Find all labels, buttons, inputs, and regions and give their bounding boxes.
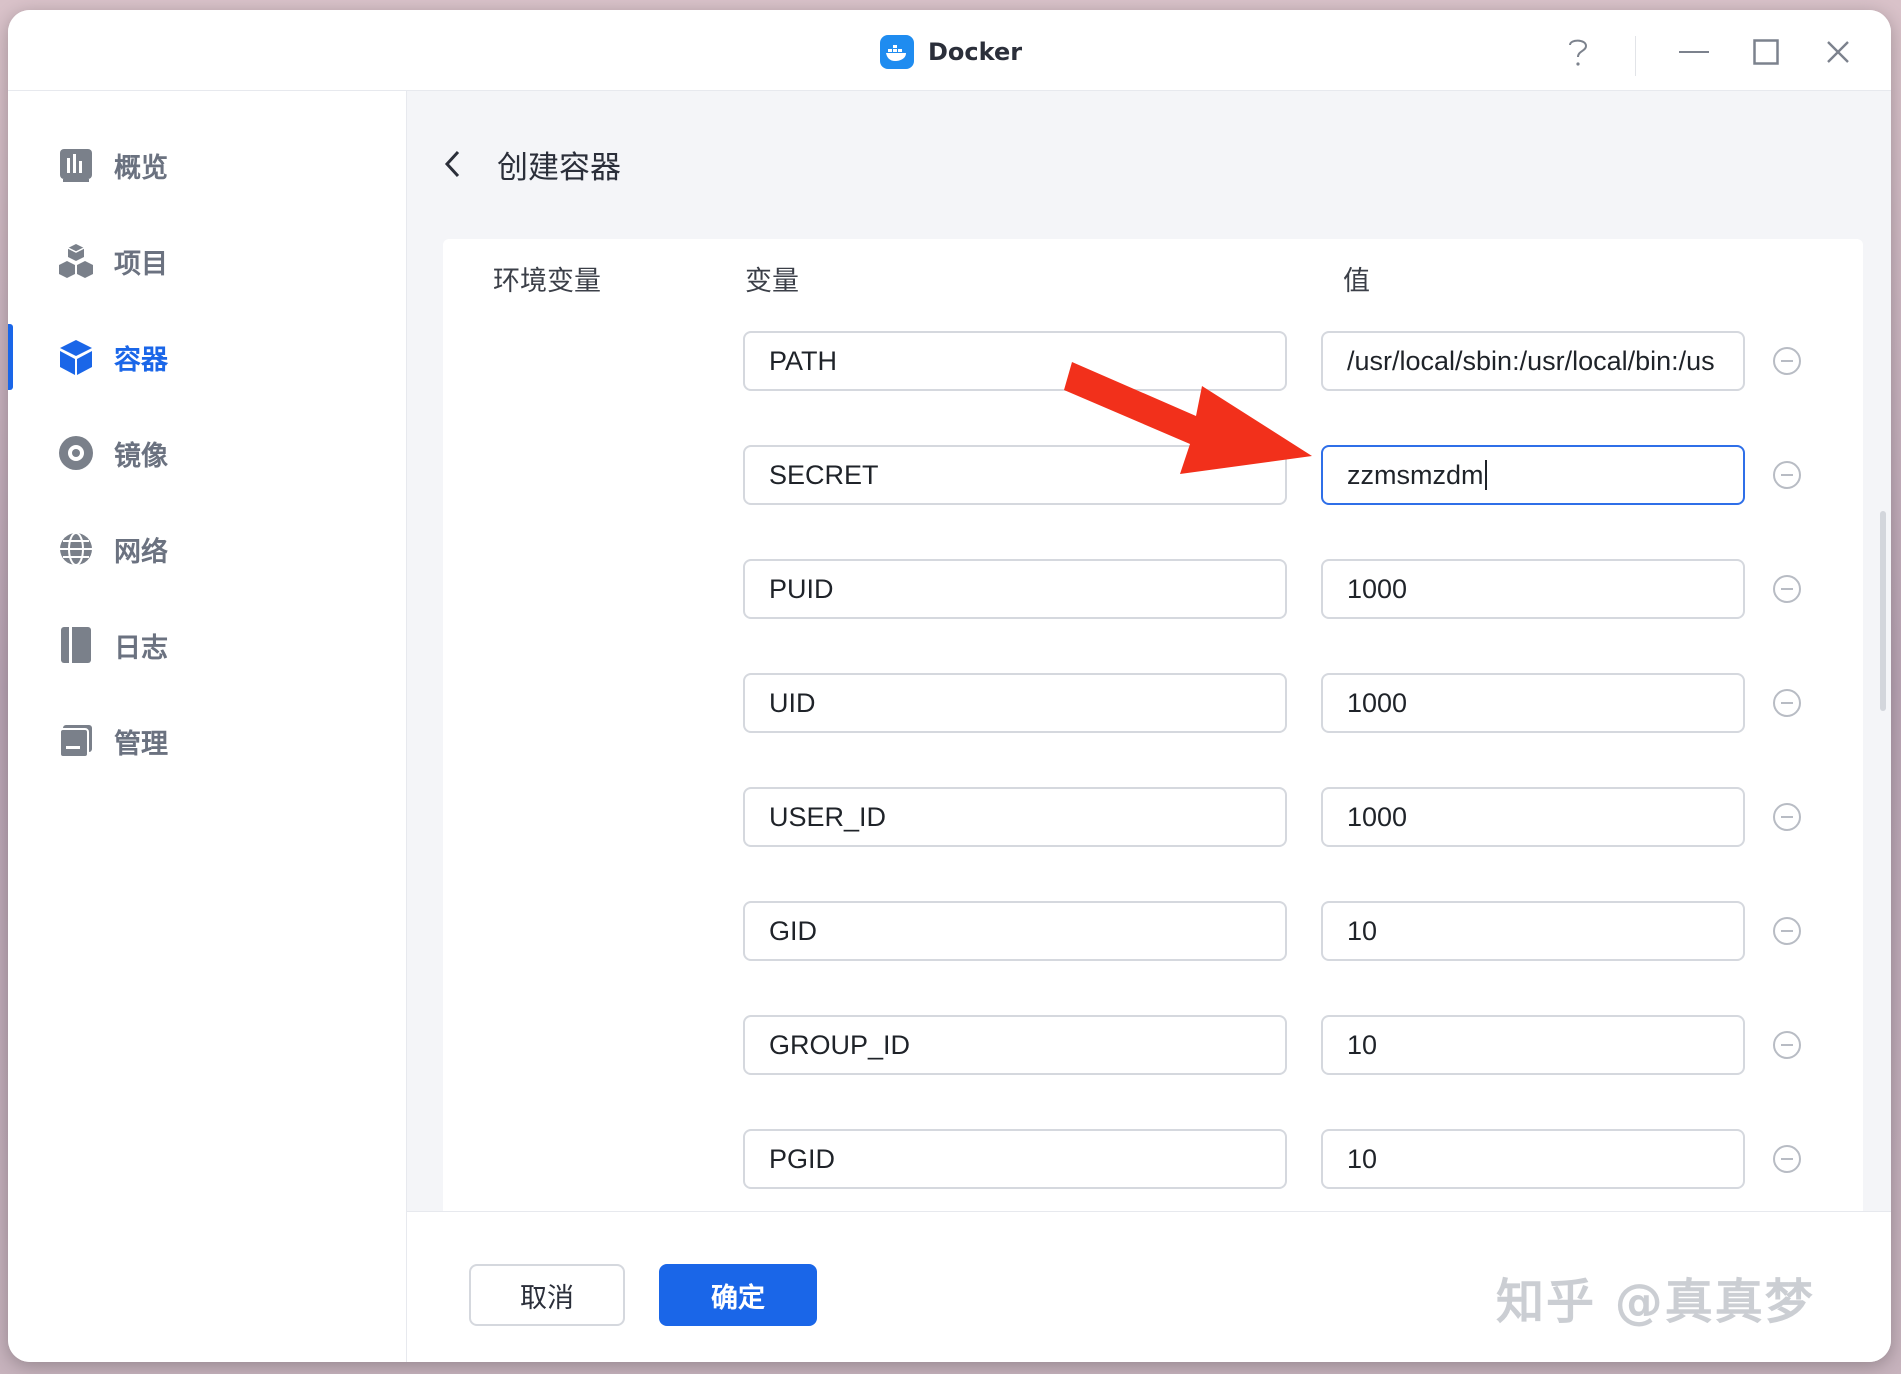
env-row: UID 1000 <box>443 673 1863 737</box>
remove-row-icon[interactable] <box>1771 1143 1803 1175</box>
scrollbar-thumb[interactable] <box>1880 511 1886 711</box>
watermark: 知乎 @真真梦 <box>1496 1274 1815 1330</box>
env-value-input-focused[interactable]: zzmsmzdm <box>1321 445 1745 505</box>
env-name-input[interactable]: GID <box>743 901 1287 961</box>
main-content: 创建容器 环境变量 变量 值 PATH /usr/local/sbin:/usr… <box>407 91 1891 1362</box>
annotation-arrow-icon <box>1064 362 1312 474</box>
env-row: GID 10 <box>443 901 1863 965</box>
env-row: USER_ID 1000 <box>443 787 1863 851</box>
remove-row-icon[interactable] <box>1771 687 1803 719</box>
cancel-button[interactable]: 取消 <box>469 1264 625 1326</box>
sidebar-item-logs[interactable]: 日志 <box>8 615 406 675</box>
remove-row-icon[interactable] <box>1771 573 1803 605</box>
sidebar-item-label: 网络 <box>114 536 168 568</box>
env-value-input[interactable]: /usr/local/sbin:/usr/local/bin:/us <box>1321 331 1745 391</box>
back-arrow-icon[interactable] <box>437 144 467 184</box>
env-value-text: zzmsmzdm <box>1347 459 1484 490</box>
remove-row-icon[interactable] <box>1771 1029 1803 1061</box>
sidebar-item-label: 镜像 <box>114 440 168 472</box>
close-icon[interactable] <box>1820 34 1856 70</box>
section-label: 环境变量 <box>493 266 601 297</box>
remove-row-icon[interactable] <box>1771 459 1803 491</box>
remove-row-icon[interactable] <box>1771 801 1803 833</box>
sidebar-item-label: 项目 <box>114 248 168 280</box>
sidebar-item-label: 管理 <box>114 728 168 760</box>
page-title: 创建容器 <box>497 149 621 186</box>
help-icon[interactable] <box>1560 34 1596 70</box>
minimize-icon[interactable] <box>1676 34 1712 70</box>
cubes-icon <box>56 241 96 281</box>
sidebar-item-containers[interactable]: 容器 <box>8 327 406 387</box>
env-value-input[interactable]: 1000 <box>1321 787 1745 847</box>
env-name-input[interactable]: PGID <box>743 1129 1287 1189</box>
sidebar: 概览 项目 容器 镜像 网络 日志 管理 <box>8 91 407 1362</box>
bar-chart-icon <box>56 145 96 185</box>
env-row: GROUP_ID 10 <box>443 1015 1863 1079</box>
maximize-icon[interactable] <box>1748 34 1784 70</box>
env-value-input[interactable]: 10 <box>1321 901 1745 961</box>
env-value-input[interactable]: 1000 <box>1321 559 1745 619</box>
env-row: PGID 10 <box>443 1129 1863 1193</box>
text-caret <box>1484 460 1487 490</box>
log-book-icon <box>56 625 96 665</box>
sidebar-item-label: 日志 <box>114 632 168 664</box>
variable-column-header: 变量 <box>745 266 799 297</box>
env-name-input[interactable]: UID <box>743 673 1287 733</box>
env-value-input[interactable]: 1000 <box>1321 673 1745 733</box>
manage-icon <box>56 721 96 761</box>
sidebar-item-images[interactable]: 镜像 <box>8 423 406 483</box>
sidebar-item-network[interactable]: 网络 <box>8 519 406 579</box>
container-icon <box>56 337 96 377</box>
docker-logo-icon <box>880 35 914 69</box>
sidebar-item-label: 容器 <box>114 344 168 376</box>
control-separator <box>1635 36 1636 76</box>
env-value-input[interactable]: 10 <box>1321 1015 1745 1075</box>
env-row: PUID 1000 <box>443 559 1863 623</box>
env-value-input[interactable]: 10 <box>1321 1129 1745 1189</box>
docker-window: Docker 概览 项目 容器 镜像 网络 日志 管理 创建容器 环境变量 变量… <box>8 10 1891 1362</box>
confirm-button[interactable]: 确定 <box>659 1264 817 1326</box>
env-name-input[interactable]: GROUP_ID <box>743 1015 1287 1075</box>
disc-icon <box>56 433 96 473</box>
globe-icon <box>56 529 96 569</box>
sidebar-item-projects[interactable]: 项目 <box>8 231 406 291</box>
env-name-input[interactable]: USER_ID <box>743 787 1287 847</box>
sidebar-item-management[interactable]: 管理 <box>8 711 406 771</box>
app-name: Docker <box>928 38 1023 66</box>
sidebar-item-overview[interactable]: 概览 <box>8 135 406 195</box>
app-title: Docker <box>880 32 1022 72</box>
remove-row-icon[interactable] <box>1771 345 1803 377</box>
remove-row-icon[interactable] <box>1771 915 1803 947</box>
value-column-header: 值 <box>1343 266 1370 297</box>
sidebar-item-label: 概览 <box>114 152 168 184</box>
env-name-input[interactable]: PUID <box>743 559 1287 619</box>
title-bar: Docker <box>8 10 1891 91</box>
page-header: 创建容器 <box>437 139 621 189</box>
